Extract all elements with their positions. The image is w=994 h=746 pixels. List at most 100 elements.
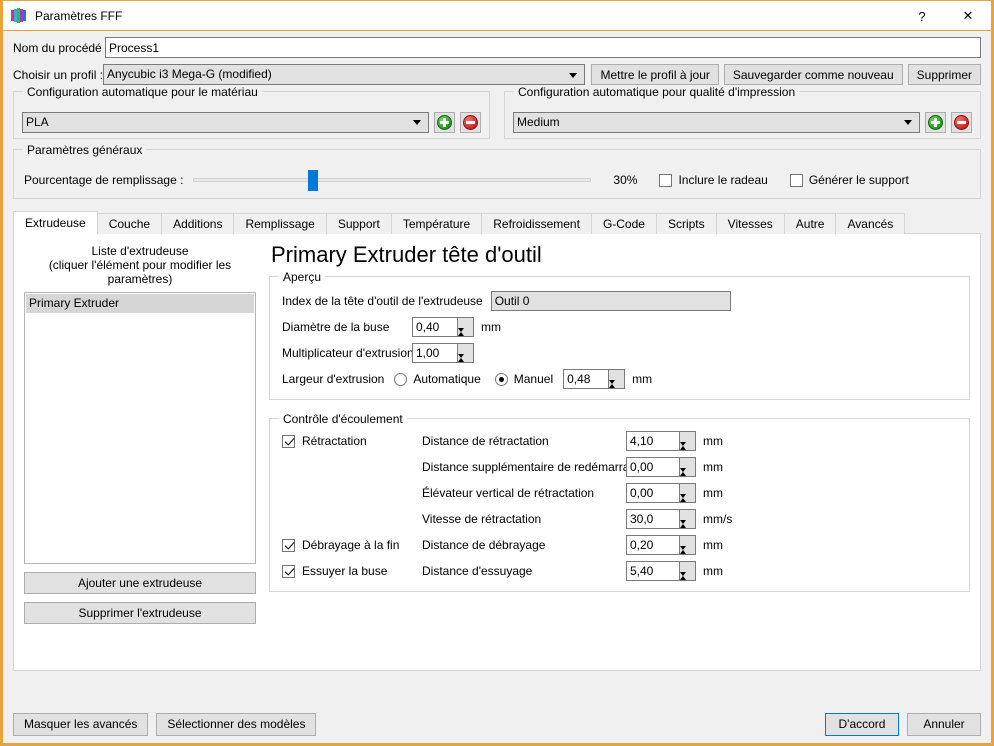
stepper-down-icon — [680, 572, 686, 590]
coast-distance-value[interactable]: 0,20 — [627, 536, 679, 554]
tab-remplissage[interactable]: Remplissage — [233, 213, 327, 234]
add-extruder-button[interactable]: Ajouter une extrudeuse — [24, 572, 256, 594]
cancel-button[interactable]: Annuler — [907, 712, 981, 736]
remove-material-button[interactable] — [460, 111, 481, 133]
stepper-arrows[interactable] — [457, 318, 473, 346]
quality-combo-value: Medium — [517, 114, 560, 129]
remove-extruder-button[interactable]: Supprimer l'extrudeuse — [24, 602, 256, 624]
extruder-listbox[interactable]: Primary Extruder — [24, 292, 256, 564]
infill-slider[interactable] — [193, 170, 592, 191]
stepper-arrows[interactable] — [679, 484, 695, 512]
tab-extrudeuse[interactable]: Extrudeuse — [13, 211, 98, 234]
window-title: Paramètres FFF — [35, 8, 123, 23]
vertical-lift-label: Élévateur vertical de rétractation — [422, 486, 595, 500]
help-icon[interactable]: ? — [899, 1, 945, 31]
raft-checkbox-row[interactable]: Inclure le radeau — [659, 173, 768, 187]
wipe-checkbox[interactable] — [282, 564, 295, 578]
tab-scripts[interactable]: Scripts — [655, 213, 717, 234]
tab-vitesses[interactable]: Vitesses — [715, 213, 785, 234]
ok-button[interactable]: D'accord — [825, 712, 899, 736]
wipe-checkbox-label: Essuyer la buse — [302, 564, 388, 578]
support-checkbox-row[interactable]: Générer le support — [789, 173, 909, 187]
retraction-checkbox-row[interactable]: Rétractation — [282, 434, 422, 448]
nozzle-diameter-label: Diamètre de la buse — [282, 320, 390, 334]
stepper-arrows[interactable] — [679, 536, 695, 564]
chevron-down-icon — [904, 120, 912, 125]
wipe-distance-value[interactable]: 5,40 — [627, 562, 679, 580]
quality-autoconfig-group: Configuration automatique pour qualité d… — [504, 85, 981, 139]
extrusion-multiplier-stepper[interactable]: 1,00 — [412, 343, 474, 372]
raft-checkbox[interactable] — [659, 173, 673, 187]
material-combo[interactable]: PLA — [22, 111, 429, 133]
stepper-arrows[interactable] — [679, 458, 695, 486]
retraction-speed-value[interactable]: 30,0 — [627, 510, 679, 528]
hide-advanced-button[interactable]: Masquer les avancés — [13, 712, 149, 736]
process-name-label: Nom du procédé : — [13, 40, 109, 55]
nozzle-diameter-stepper[interactable]: 0,40 — [412, 317, 474, 346]
add-quality-button[interactable] — [925, 111, 946, 133]
nozzle-diameter-value[interactable]: 0,40 — [413, 318, 457, 336]
nozzle-diameter-unit: mm — [481, 320, 501, 334]
tab-additions[interactable]: Additions — [161, 213, 235, 234]
coast-distance-label: Distance de débrayage — [422, 538, 546, 552]
extruder-tab-panel: Liste d'extrudeuse (cliquer l'élément po… — [13, 233, 981, 671]
delete-profile-button[interactable]: Supprimer — [907, 64, 981, 85]
tab-support[interactable]: Support — [325, 213, 392, 234]
save-as-new-button[interactable]: Sauvegarder comme nouveau — [723, 64, 903, 85]
quality-combo[interactable]: Medium — [513, 111, 920, 133]
tab-autre[interactable]: Autre — [783, 213, 837, 234]
process-name-input[interactable] — [105, 37, 981, 58]
stepper-arrows[interactable] — [457, 344, 473, 372]
remove-quality-button[interactable] — [951, 111, 972, 133]
minus-circle-icon — [463, 114, 478, 130]
tab-couche[interactable]: Couche — [96, 213, 163, 234]
vertical-lift-value[interactable]: 0,00 — [627, 484, 679, 502]
update-profile-button[interactable]: Mettre le profil à jour — [591, 64, 719, 85]
close-icon[interactable]: ✕ — [945, 1, 991, 31]
select-models-button[interactable]: Sélectionner des modèles — [156, 712, 317, 736]
infill-percentage-label: Pourcentage de remplissage : — [24, 173, 184, 187]
support-checkbox[interactable] — [789, 173, 803, 187]
vertical-lift-stepper[interactable]: 0,00 — [626, 483, 696, 512]
add-material-button[interactable] — [434, 111, 455, 133]
extrusion-width-value[interactable]: 0,48 — [564, 370, 608, 388]
wipe-distance-stepper[interactable]: 5,40 — [626, 561, 696, 590]
plus-circle-icon — [928, 114, 943, 130]
retraction-distance-stepper[interactable]: 4,10 — [626, 431, 696, 460]
tab-g-code[interactable]: G-Code — [590, 213, 657, 234]
profile-combo[interactable]: Anycubic i3 Mega-G (modified) — [103, 64, 586, 85]
stepper-arrows[interactable] — [679, 510, 695, 538]
wipe-checkbox-row[interactable]: Essuyer la buse — [282, 564, 422, 578]
extrusion-width-auto-radio[interactable] — [394, 372, 408, 386]
tab-avanc-s[interactable]: Avancés — [835, 213, 906, 234]
coast-distance-stepper[interactable]: 0,20 — [626, 535, 696, 564]
extrusion-multiplier-value[interactable]: 1,00 — [413, 344, 457, 362]
coast-checkbox[interactable] — [282, 538, 295, 552]
toolhead-index-combo[interactable]: Outil 0 — [490, 291, 731, 311]
retraction-distance-value[interactable]: 4,10 — [627, 432, 679, 450]
extrusion-width-manual-radio[interactable] — [494, 372, 508, 386]
tab-temp-rature[interactable]: Température — [390, 213, 483, 234]
extra-restart-value[interactable]: 0,00 — [627, 458, 679, 476]
retraction-checkbox[interactable] — [282, 434, 295, 448]
extruder-list-pane: Liste d'extrudeuse (cliquer l'élément po… — [24, 242, 256, 660]
nozzle-diameter-row: Diamètre de la buse 0,40 mm — [282, 317, 959, 346]
chevron-down-icon — [569, 72, 578, 78]
flow-control-group: Contrôle d'écoulement Rétractation Dista… — [269, 412, 970, 592]
extrusion-width-stepper[interactable]: 0,48 — [563, 369, 626, 398]
retraction-checkbox-label: Rétractation — [302, 434, 367, 448]
list-item[interactable]: Primary Extruder — [26, 294, 254, 313]
retraction-speed-stepper[interactable]: 30,0 — [626, 509, 696, 538]
tab-refroidissement[interactable]: Refroidissement — [481, 213, 592, 234]
coast-distance-unit: mm — [703, 538, 723, 552]
extrusion-width-manual-label: Manuel — [513, 372, 554, 386]
stepper-arrows[interactable] — [679, 432, 695, 460]
profile-label: Choisir un profil : — [13, 67, 104, 82]
infill-slider-thumb[interactable] — [308, 170, 319, 191]
stepper-arrows[interactable] — [608, 370, 625, 398]
stepper-arrows[interactable] — [679, 562, 695, 590]
window-controls: ? ✕ — [899, 1, 991, 31]
coast-checkbox-row[interactable]: Débrayage à la fin — [282, 538, 422, 552]
extra-restart-stepper[interactable]: 0,00 — [626, 457, 696, 486]
profile-combo-value: Anycubic i3 Mega-G (modified) — [107, 67, 272, 81]
